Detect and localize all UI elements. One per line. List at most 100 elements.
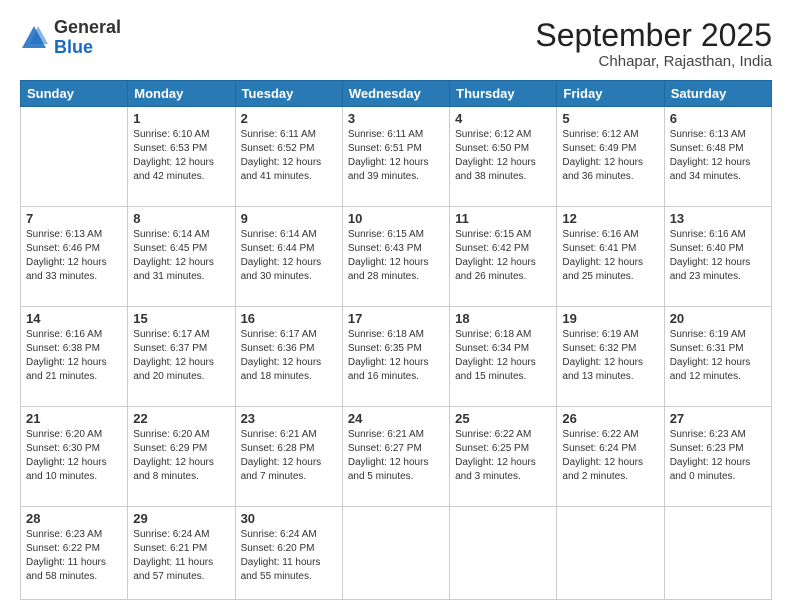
day-details: Sunrise: 6:14 AM Sunset: 6:45 PM Dayligh… — [133, 228, 229, 284]
col-friday: Friday — [557, 81, 664, 107]
day-details: Sunrise: 6:13 AM Sunset: 6:48 PM Dayligh… — [670, 128, 766, 184]
col-thursday: Thursday — [450, 81, 557, 107]
day-details: Sunrise: 6:16 AM Sunset: 6:40 PM Dayligh… — [670, 228, 766, 284]
table-row: 11 Sunrise: 6:15 AM Sunset: 6:42 PM Dayli… — [450, 207, 557, 307]
day-number: 29 — [133, 511, 229, 526]
month-title: September 2025 — [535, 18, 772, 53]
table-row — [342, 506, 449, 599]
day-number: 30 — [241, 511, 337, 526]
table-row: 2 Sunrise: 6:11 AM Sunset: 6:52 PM Daylig… — [235, 107, 342, 207]
day-number: 8 — [133, 211, 229, 226]
day-details: Sunrise: 6:10 AM Sunset: 6:53 PM Dayligh… — [133, 128, 229, 184]
col-saturday: Saturday — [664, 81, 771, 107]
day-details: Sunrise: 6:19 AM Sunset: 6:32 PM Dayligh… — [562, 328, 658, 384]
table-row: 24Sunrise: 6:21 AM Sunset: 6:27 PM Dayli… — [342, 406, 449, 506]
table-row — [664, 506, 771, 599]
day-number: 11 — [455, 211, 551, 226]
day-number: 15 — [133, 311, 229, 326]
page: General Blue September 2025 Chhapar, Raj… — [0, 0, 792, 612]
table-row: 7 Sunrise: 6:13 AM Sunset: 6:46 PM Daylig… — [21, 207, 128, 307]
header: General Blue September 2025 Chhapar, Raj… — [20, 18, 772, 70]
calendar-table: Sunday Monday Tuesday Wednesday Thursday… — [20, 80, 772, 600]
day-details: Sunrise: 6:15 AM Sunset: 6:43 PM Dayligh… — [348, 228, 444, 284]
table-row: 6 Sunrise: 6:13 AM Sunset: 6:48 PM Daylig… — [664, 107, 771, 207]
day-number: 2 — [241, 111, 337, 126]
table-row: 5 Sunrise: 6:12 AM Sunset: 6:49 PM Daylig… — [557, 107, 664, 207]
day-details: Sunrise: 6:15 AM Sunset: 6:42 PM Dayligh… — [455, 228, 551, 284]
day-number: 7 — [26, 211, 122, 226]
day-number: 26 — [562, 411, 658, 426]
day-number: 13 — [670, 211, 766, 226]
table-row: 12Sunrise: 6:16 AM Sunset: 6:41 PM Dayli… — [557, 207, 664, 307]
table-row: 9Sunrise: 6:14 AM Sunset: 6:44 PM Daylig… — [235, 207, 342, 307]
day-details: Sunrise: 6:23 AM Sunset: 6:23 PM Dayligh… — [670, 428, 766, 484]
day-details: Sunrise: 6:13 AM Sunset: 6:46 PM Dayligh… — [26, 228, 122, 284]
day-number: 12 — [562, 211, 658, 226]
day-details: Sunrise: 6:17 AM Sunset: 6:36 PM Dayligh… — [241, 328, 337, 384]
table-row: 29 Sunrise: 6:24 AM Sunset: 6:21 PM Dayli… — [128, 506, 235, 599]
day-number: 25 — [455, 411, 551, 426]
day-number: 4 — [455, 111, 551, 126]
logo-text: General Blue — [54, 18, 121, 58]
day-number: 21 — [26, 411, 122, 426]
day-number: 10 — [348, 211, 444, 226]
table-row: 26Sunrise: 6:22 AM Sunset: 6:24 PM Dayli… — [557, 406, 664, 506]
day-details: Sunrise: 6:20 AM Sunset: 6:30 PM Dayligh… — [26, 428, 122, 484]
table-row: 16 Sunrise: 6:17 AM Sunset: 6:36 PM Dayli… — [235, 307, 342, 407]
day-number: 28 — [26, 511, 122, 526]
calendar-header-row: Sunday Monday Tuesday Wednesday Thursday… — [21, 81, 772, 107]
day-details: Sunrise: 6:11 AM Sunset: 6:51 PM Dayligh… — [348, 128, 444, 184]
table-row: 19 Sunrise: 6:19 AM Sunset: 6:32 PM Dayli… — [557, 307, 664, 407]
title-block: September 2025 Chhapar, Rajasthan, India — [535, 18, 772, 70]
day-number: 24 — [348, 411, 444, 426]
day-number: 19 — [562, 311, 658, 326]
day-details: Sunrise: 6:18 AM Sunset: 6:34 PM Dayligh… — [455, 328, 551, 384]
day-number: 16 — [241, 311, 337, 326]
table-row: 20 Sunrise: 6:19 AM Sunset: 6:31 PM Dayli… — [664, 307, 771, 407]
day-number: 1 — [133, 111, 229, 126]
table-row: 23 Sunrise: 6:21 AM Sunset: 6:28 PM Dayli… — [235, 406, 342, 506]
day-number: 23 — [241, 411, 337, 426]
day-number: 6 — [670, 111, 766, 126]
day-number: 22 — [133, 411, 229, 426]
table-row: 14 Sunrise: 6:16 AM Sunset: 6:38 PM Dayli… — [21, 307, 128, 407]
table-row: 30Sunrise: 6:24 AM Sunset: 6:20 PM Dayli… — [235, 506, 342, 599]
day-details: Sunrise: 6:24 AM Sunset: 6:21 PM Dayligh… — [133, 528, 229, 584]
day-details: Sunrise: 6:17 AM Sunset: 6:37 PM Dayligh… — [133, 328, 229, 384]
day-number: 17 — [348, 311, 444, 326]
col-monday: Monday — [128, 81, 235, 107]
day-details: Sunrise: 6:22 AM Sunset: 6:25 PM Dayligh… — [455, 428, 551, 484]
day-details: Sunrise: 6:11 AM Sunset: 6:52 PM Dayligh… — [241, 128, 337, 184]
day-details: Sunrise: 6:12 AM Sunset: 6:50 PM Dayligh… — [455, 128, 551, 184]
table-row: 22Sunrise: 6:20 AM Sunset: 6:29 PM Dayli… — [128, 406, 235, 506]
day-number: 5 — [562, 111, 658, 126]
day-number: 20 — [670, 311, 766, 326]
table-row: 3 Sunrise: 6:11 AM Sunset: 6:51 PM Daylig… — [342, 107, 449, 207]
day-details: Sunrise: 6:23 AM Sunset: 6:22 PM Dayligh… — [26, 528, 122, 584]
day-number: 3 — [348, 111, 444, 126]
table-row: 21 Sunrise: 6:20 AM Sunset: 6:30 PM Dayli… — [21, 406, 128, 506]
table-row: 25 Sunrise: 6:22 AM Sunset: 6:25 PM Dayli… — [450, 406, 557, 506]
table-row: 10 Sunrise: 6:15 AM Sunset: 6:43 PM Dayli… — [342, 207, 449, 307]
table-row: 8 Sunrise: 6:14 AM Sunset: 6:45 PM Daylig… — [128, 207, 235, 307]
day-number: 14 — [26, 311, 122, 326]
table-row — [450, 506, 557, 599]
day-details: Sunrise: 6:12 AM Sunset: 6:49 PM Dayligh… — [562, 128, 658, 184]
day-number: 27 — [670, 411, 766, 426]
day-details: Sunrise: 6:16 AM Sunset: 6:38 PM Dayligh… — [26, 328, 122, 384]
table-row: 27 Sunrise: 6:23 AM Sunset: 6:23 PM Dayli… — [664, 406, 771, 506]
table-row: 18 Sunrise: 6:18 AM Sunset: 6:34 PM Dayli… — [450, 307, 557, 407]
col-wednesday: Wednesday — [342, 81, 449, 107]
table-row: 28 Sunrise: 6:23 AM Sunset: 6:22 PM Dayli… — [21, 506, 128, 599]
table-row: 1 Sunrise: 6:10 AM Sunset: 6:53 PM Daylig… — [128, 107, 235, 207]
table-row: 13 Sunrise: 6:16 AM Sunset: 6:40 PM Dayli… — [664, 207, 771, 307]
day-details: Sunrise: 6:21 AM Sunset: 6:28 PM Dayligh… — [241, 428, 337, 484]
table-row — [557, 506, 664, 599]
day-details: Sunrise: 6:19 AM Sunset: 6:31 PM Dayligh… — [670, 328, 766, 384]
logo: General Blue — [20, 18, 121, 58]
col-sunday: Sunday — [21, 81, 128, 107]
subtitle: Chhapar, Rajasthan, India — [535, 53, 772, 70]
logo-blue: Blue — [54, 37, 93, 57]
table-row: 15 Sunrise: 6:17 AM Sunset: 6:37 PM Dayli… — [128, 307, 235, 407]
day-number: 18 — [455, 311, 551, 326]
